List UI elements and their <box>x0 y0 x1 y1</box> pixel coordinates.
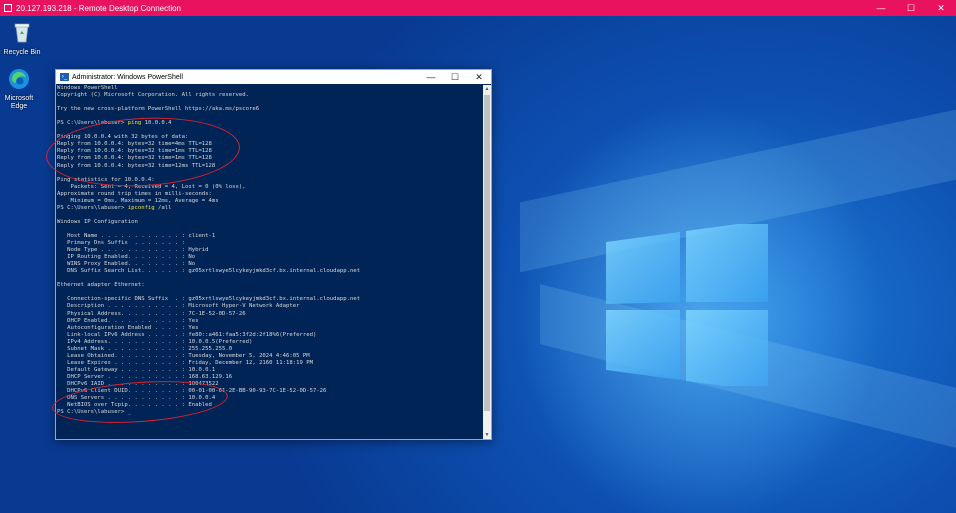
console-text: Windows PowerShell <box>57 85 118 91</box>
console-line: IP Routing Enabled. . . . . . . . : No <box>57 254 483 261</box>
ps-maximize-button[interactable]: ☐ <box>443 70 467 84</box>
powershell-window-title: Administrator: Windows PowerShell <box>72 73 183 81</box>
scroll-up-arrow-icon[interactable]: ▲ <box>483 85 491 93</box>
console-text: DHCP Enabled. . . . . . . . . . . : Yes <box>57 317 199 324</box>
console-text: IPv4 Address. . . . . . . . . . . : 10.0… <box>57 338 253 345</box>
console-text: Link-local IPv6 Address . . . . . : fe80… <box>57 331 317 338</box>
console-text: PS C:\Users\labuser> <box>57 204 128 211</box>
console-text: Subnet Mask . . . . . . . . . . . : 255.… <box>57 345 233 352</box>
console-line: DHCP Enabled. . . . . . . . . . . : Yes <box>57 318 483 325</box>
console-command: ipconfig <box>127 204 155 211</box>
rdp-maximize-button[interactable]: ☐ <box>896 0 926 16</box>
console-line: Default Gateway . . . . . . . . . : 10.0… <box>57 367 483 374</box>
console-line: Lease Obtained. . . . . . . . . . : Tues… <box>57 353 483 360</box>
logo-pane-bottom-left <box>606 310 680 380</box>
desktop-icon-label: Recycle Bin <box>3 49 41 56</box>
powershell-icon: ›_ <box>60 73 69 81</box>
ps-minimize-button[interactable]: — <box>419 70 443 84</box>
console-text: Default Gateway . . . . . . . . . : 10.0… <box>57 366 216 373</box>
desktop-icon-label: Microsoft Edge <box>4 95 34 110</box>
console-line: Lease Expires . . . . . . . . . . : Frid… <box>57 360 483 367</box>
console-text: Autoconfiguration Enabled . . . . : Yes <box>57 324 199 331</box>
console-line: Windows PowerShell <box>57 85 483 92</box>
console-text: IP Routing Enabled. . . . . . . . : No <box>57 254 196 261</box>
desktop-icon-edge[interactable]: Microsoft Edge <box>0 68 39 111</box>
console-line: Connection-specific DNS Suffix . : gz05x… <box>57 296 483 303</box>
console-text: Description . . . . . . . . . . . : Micr… <box>57 303 300 310</box>
console-line: WINS Proxy Enabled. . . . . . . . : No <box>57 261 483 268</box>
console-line: Try the new cross-platform PowerShell ht… <box>57 106 483 113</box>
logo-pane-top-left <box>606 232 680 304</box>
console-line: Approximate round trip times in milli-se… <box>57 191 483 198</box>
console-line: Primary Dns Suffix . . . . . . . : <box>57 240 483 247</box>
console-text: DHCP Server . . . . . . . . . . . : 168.… <box>57 373 233 380</box>
desktop-icon-recycle-bin[interactable]: Recycle Bin <box>2 22 42 57</box>
console-line: Description . . . . . . . . . . . : Micr… <box>57 303 483 310</box>
rdp-minimize-button[interactable]: — <box>866 0 896 16</box>
console-text: Minimum = 0ms, Maximum = 12ms, Average =… <box>57 197 219 204</box>
scroll-down-arrow-icon[interactable]: ▼ <box>483 431 491 439</box>
console-text: Physical Address. . . . . . . . . : 7C-1… <box>57 310 246 317</box>
windows-logo <box>606 224 768 386</box>
console-text: Node Type . . . . . . . . . . . . : Hybr… <box>57 247 209 254</box>
console-line: Minimum = 0ms, Maximum = 12ms, Average =… <box>57 198 483 205</box>
rdp-close-button[interactable]: ✕ <box>926 0 956 16</box>
console-text: Connection-specific DNS Suffix . : gz05x… <box>57 296 361 303</box>
powershell-title-bar[interactable]: ›_ Administrator: Windows PowerShell — ☐… <box>56 70 491 84</box>
console-line: Link-local IPv6 Address . . . . . : fe80… <box>57 332 483 339</box>
console-line: DHCP Server . . . . . . . . . . . : 168.… <box>57 374 483 381</box>
console-text: Approximate round trip times in milli-se… <box>57 190 212 197</box>
console-line: DNS Suffix Search List. . . . . . : gz05… <box>57 268 483 275</box>
console-text: Try the new cross-platform PowerShell ht… <box>57 106 260 113</box>
console-text: Windows IP Configuration <box>57 218 138 225</box>
console-line: Physical Address. . . . . . . . . : 7C-1… <box>57 311 483 318</box>
rdp-window-title: 20.127.193.218 - Remote Desktop Connecti… <box>16 3 181 13</box>
console-line: Windows IP Configuration <box>57 219 483 226</box>
remote-desktop-icon <box>4 4 12 12</box>
console-text: Lease Expires . . . . . . . . . . : Frid… <box>57 359 313 366</box>
ps-close-button[interactable]: ✕ <box>467 70 491 84</box>
console-line: IPv4 Address. . . . . . . . . . . : 10.0… <box>57 339 483 346</box>
console-text: Primary Dns Suffix . . . . . . . : <box>57 240 185 247</box>
console-line: Ethernet adapter Ethernet: <box>57 282 483 289</box>
console-text: Lease Obtained. . . . . . . . . . : Tues… <box>57 352 310 359</box>
console-text: DNS Suffix Search List. . . . . . : gz05… <box>57 268 361 275</box>
rdp-title-bar: 20.127.193.218 - Remote Desktop Connecti… <box>0 0 956 16</box>
console-text: Host Name . . . . . . . . . . . . : clie… <box>57 232 216 239</box>
console-line: Node Type . . . . . . . . . . . . : Hybr… <box>57 247 483 254</box>
vertical-scrollbar[interactable]: ▲ ▼ <box>483 85 491 439</box>
console-line: Autoconfiguration Enabled . . . . : Yes <box>57 325 483 332</box>
console-line: PS C:\Users\labuser> ipconfig /all <box>57 205 483 212</box>
recycle-bin-icon <box>14 23 30 43</box>
logo-pane-bottom-right <box>686 310 768 386</box>
logo-pane-top-right <box>686 224 768 302</box>
edge-icon <box>9 69 29 89</box>
console-text: Ethernet adapter Ethernet: <box>57 282 145 289</box>
console-line: Subnet Mask . . . . . . . . . . . : 255.… <box>57 346 483 353</box>
console-line: Copyright (C) Microsoft Corporation. All… <box>57 92 483 99</box>
console-line: Host Name . . . . . . . . . . . . : clie… <box>57 233 483 240</box>
console-text: Copyright (C) Microsoft Corporation. All… <box>57 92 249 99</box>
console-text: WINS Proxy Enabled. . . . . . . . : No <box>57 261 196 268</box>
scrollbar-thumb[interactable] <box>484 95 490 411</box>
console-command-argument: /all <box>154 204 172 211</box>
